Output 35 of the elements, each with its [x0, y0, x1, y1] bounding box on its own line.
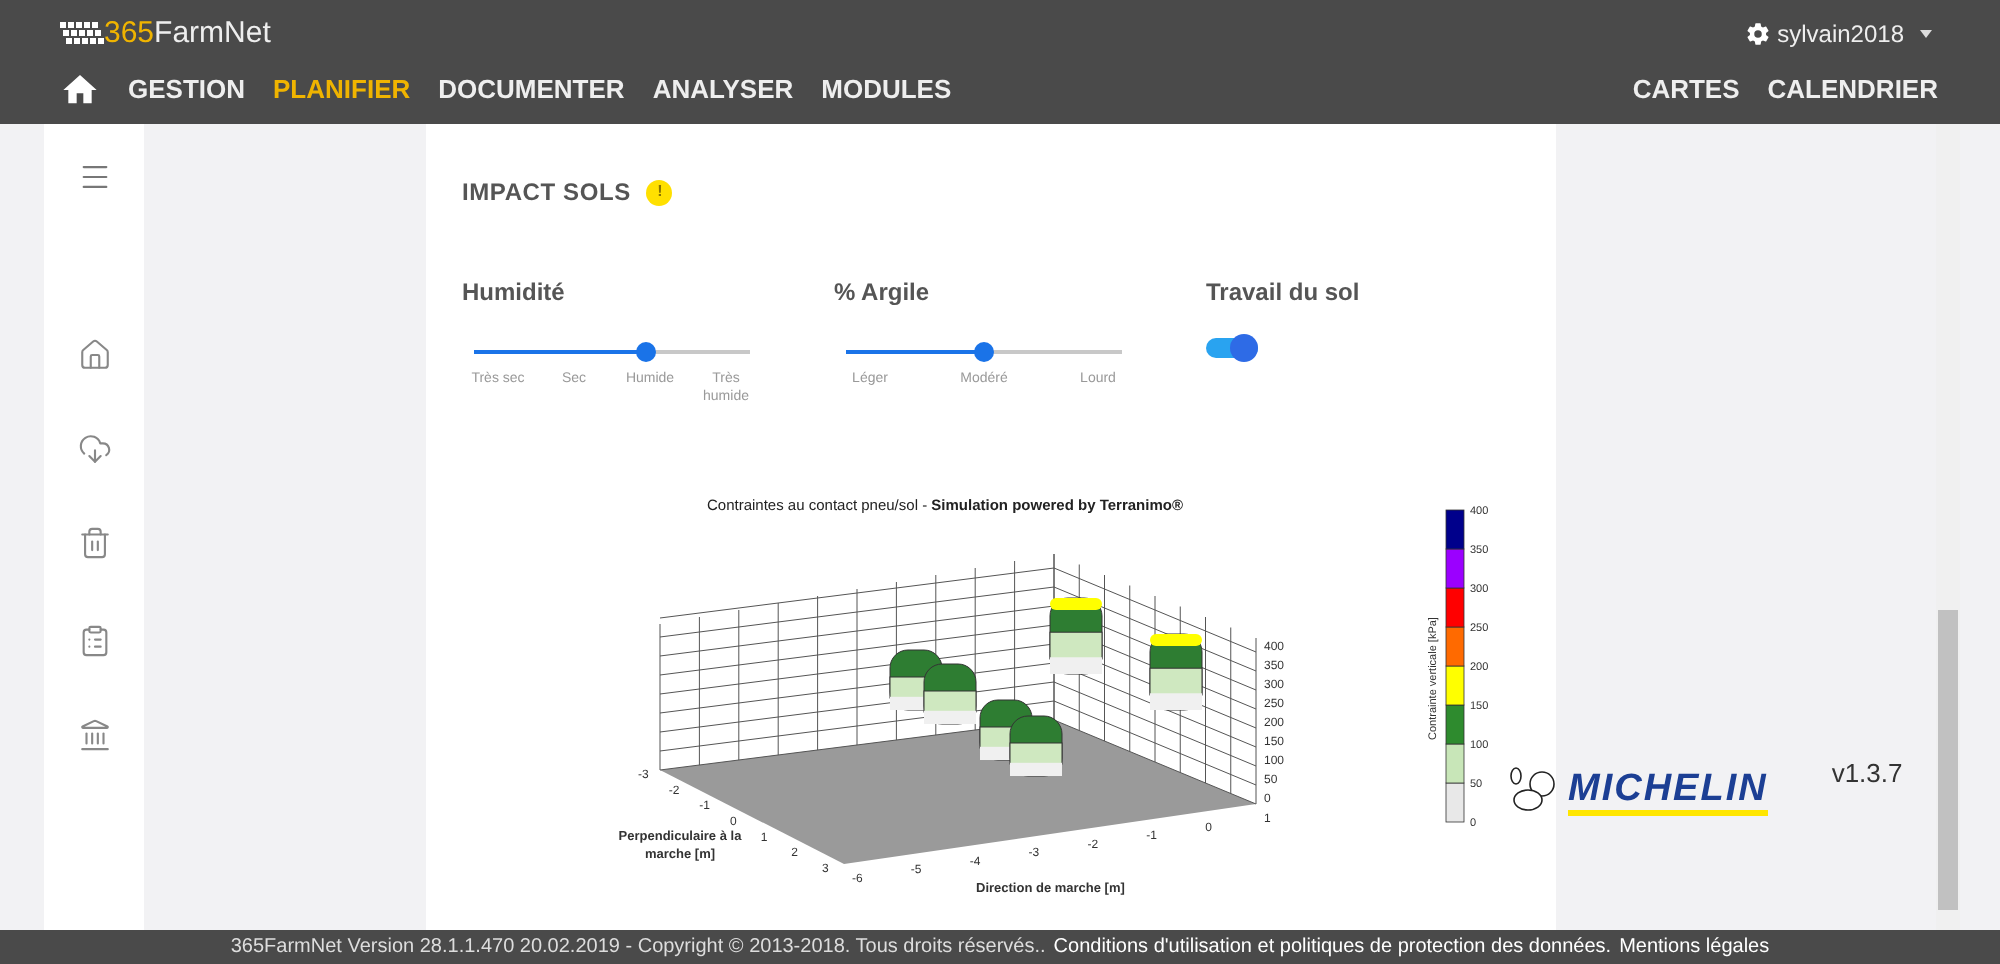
nav-link[interactable]: CALENDRIER: [1767, 70, 1938, 110]
bank-icon[interactable]: [77, 718, 111, 752]
warning-badge: !: [646, 179, 673, 205]
trash-icon[interactable]: [77, 526, 111, 560]
menu-icon[interactable]: [77, 160, 111, 194]
toggle-label: Travail du sol: [1206, 276, 1360, 310]
nav-tab[interactable]: GESTION: [128, 70, 246, 110]
brand-logo: MICHELIN: [1568, 770, 1768, 816]
nav-tab[interactable]: DOCUMENTER: [438, 70, 625, 110]
nav-link[interactable]: CARTES: [1632, 70, 1740, 110]
nav-tab[interactable]: MODULES: [821, 70, 952, 110]
slider-label: % Argile: [834, 276, 932, 310]
slider-thumb[interactable]: [974, 342, 994, 362]
user-menu[interactable]: sylvain2018: [1777, 16, 1904, 52]
cloud-download-icon[interactable]: [77, 432, 111, 466]
logo[interactable]: 365FarmNet: [60, 11, 271, 57]
clipboard-icon[interactable]: [77, 624, 111, 658]
slider-thumb[interactable]: [635, 342, 656, 362]
caret-icon[interactable]: [1920, 30, 1932, 38]
section-title: IMPACT SOLS: [462, 176, 631, 210]
footer-link[interactable]: Mentions légales: [1619, 932, 1770, 962]
toggle-switch[interactable]: [1206, 338, 1258, 358]
nav-tab[interactable]: PLANIFIER: [273, 70, 411, 110]
toggle-knob: [1230, 334, 1258, 362]
logo-name: FarmNet: [154, 13, 271, 54]
scrollbar[interactable]: [1936, 124, 1960, 930]
footer-text: 365FarmNet Version 28.1.1.470 20.02.2019 - Copyright © 2013-2018. Tous droits réservés..: [230, 934, 1046, 962]
version-label: v1.3.7: [1831, 756, 1903, 792]
settings-icon[interactable]: [1745, 22, 1770, 46]
nav-tab[interactable]: ANALYSER: [652, 70, 794, 110]
logo-grid-icon: [60, 22, 104, 46]
logo-number: 365: [104, 13, 155, 54]
footer-link[interactable]: Conditions d'utilisation et politiques de protection des données.: [1053, 932, 1612, 962]
scrollbar-thumb[interactable]: [1938, 610, 1958, 910]
slider-label: Humidité: [462, 276, 567, 310]
